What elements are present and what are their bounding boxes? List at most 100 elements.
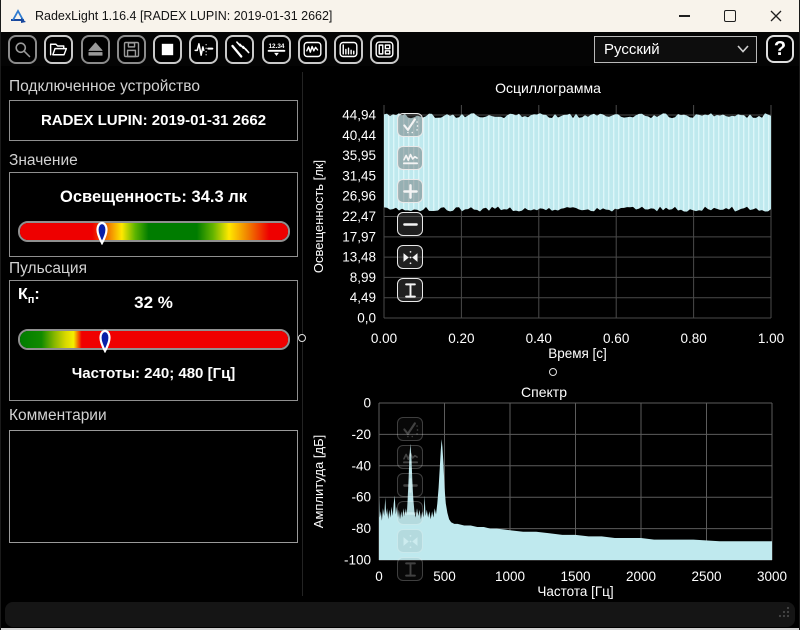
illuminance-scale-bar: [18, 221, 290, 242]
open-file-icon: [48, 39, 69, 60]
close-icon: [770, 10, 782, 22]
svg-text:31,45: 31,45: [342, 168, 376, 183]
fit-curve-icon: [400, 148, 421, 169]
select-curves-icon: [400, 115, 421, 136]
maximize-icon: [724, 10, 736, 22]
frequencies-readout: Частоты: 240; 480 [Гц]: [10, 365, 297, 382]
svg-text:2000: 2000: [626, 569, 656, 584]
comments-input[interactable]: [10, 431, 297, 542]
zoom-out-icon: [400, 503, 421, 524]
kp-label: Кп:: [18, 286, 40, 306]
svg-text:17,97: 17,97: [342, 229, 376, 244]
close-button[interactable]: [753, 0, 799, 32]
search-icon: [12, 39, 33, 60]
zoom-in-icon: [400, 181, 421, 202]
svg-text:0.80: 0.80: [680, 331, 706, 346]
svg-text:2500: 2500: [691, 569, 721, 584]
maximize-button[interactable]: [707, 0, 753, 32]
svg-text:22,47: 22,47: [342, 209, 376, 224]
horizontal-splitter-handle[interactable]: [549, 368, 557, 376]
fit-vertical-button[interactable]: [397, 278, 423, 302]
fit-curve-button[interactable]: [397, 146, 423, 170]
value-section-label: Значение: [9, 152, 78, 170]
fit-vertical-button[interactable]: [397, 557, 423, 581]
svg-text:35,95: 35,95: [342, 148, 376, 163]
illuminance-rays-icon: [229, 39, 250, 60]
svg-text:Частота [Гц]: Частота [Гц]: [537, 584, 613, 599]
svg-text:Освещенность [лк]: Освещенность [лк]: [311, 160, 326, 273]
fit-horizontal-icon: [400, 531, 421, 552]
open-file-button[interactable]: [44, 35, 73, 64]
minimize-icon: [679, 15, 690, 17]
svg-text:1000: 1000: [495, 569, 525, 584]
svg-text:4,49: 4,49: [350, 290, 376, 305]
svg-text:1.00: 1.00: [758, 331, 784, 346]
device-name: RADEX LUPIN: 2019-01-31 2662: [10, 112, 297, 129]
device-section-label: Подключенное устройство: [9, 78, 200, 96]
fit-horizontal-button[interactable]: [397, 529, 423, 553]
app-icon: [10, 9, 27, 24]
stop-record-button[interactable]: [153, 35, 182, 64]
spectrum-view-button[interactable]: [334, 35, 363, 64]
pulsation-wave-button[interactable]: [189, 35, 218, 64]
spectrum-chart[interactable]: Спектр0-20-40-60-80-10005001000150020002…: [311, 383, 796, 599]
svg-text:0.40: 0.40: [526, 331, 552, 346]
select-curves-button[interactable]: [397, 417, 423, 441]
oscillogram-view-button[interactable]: [298, 35, 327, 64]
svg-text:0.00: 0.00: [371, 331, 397, 346]
chevron-down-icon: [737, 45, 749, 53]
eject-device-button[interactable]: [81, 35, 110, 64]
svg-text:40,44: 40,44: [342, 128, 376, 143]
svg-text:Время [с]: Время [с]: [548, 346, 607, 361]
value-box: Освещенность: 34.3 лк: [9, 172, 298, 257]
zoom-in-icon: [400, 475, 421, 496]
resize-grip[interactable]: [777, 605, 790, 623]
titlebar: RadexLight 1.16.4 [RADEX LUPIN: 2019-01-…: [1, 0, 799, 32]
spectrum-view-icon: [338, 39, 359, 60]
zoom-in-button[interactable]: [397, 179, 423, 203]
pulsation-gradient: [20, 331, 288, 348]
window-title: RadexLight 1.16.4 [RADEX LUPIN: 2019-01-…: [35, 9, 332, 23]
stop-record-icon: [157, 39, 178, 60]
select-curves-button[interactable]: [397, 113, 423, 137]
zoom-out-button[interactable]: [397, 501, 423, 525]
zoom-out-button[interactable]: [397, 212, 423, 236]
fit-curve-icon: [400, 447, 421, 468]
pulsation-wave-icon: [193, 39, 214, 60]
svg-text:-100: -100: [344, 553, 371, 568]
numeric-display-button[interactable]: 12.34: [262, 35, 291, 64]
svg-text:44,94: 44,94: [342, 108, 376, 123]
svg-text:26,96: 26,96: [342, 189, 376, 204]
illuminance-rays-button[interactable]: [225, 35, 254, 64]
svg-text:-80: -80: [351, 521, 371, 536]
fit-horizontal-button[interactable]: [397, 245, 423, 269]
panels-layout-button[interactable]: [370, 35, 399, 64]
help-button[interactable]: ?: [766, 35, 794, 63]
fit-vertical-icon: [400, 280, 421, 301]
fit-curve-button[interactable]: [397, 445, 423, 469]
device-box: RADEX LUPIN: 2019-01-31 2662: [9, 100, 298, 141]
kp-value: 32 %: [10, 293, 297, 313]
svg-text:0.60: 0.60: [603, 331, 629, 346]
oscillogram-chart[interactable]: Осциллограмма0,04,498,9913,4817,9722,472…: [311, 75, 796, 367]
pulsation-box: Кп: 32 % Частоты: 240; 480 [Гц]: [9, 280, 298, 401]
pulsation-scale-bar: [18, 329, 290, 350]
svg-text:8,99: 8,99: [350, 270, 376, 285]
select-curves-icon: [400, 419, 421, 440]
language-select[interactable]: Русский: [594, 36, 757, 63]
save-icon: [121, 39, 142, 60]
toolbar: 12.34 Русский ?: [1, 32, 799, 66]
illuminance-reading: Освещенность: 34.3 лк: [10, 188, 297, 207]
svg-text:Спектр: Спектр: [521, 384, 567, 400]
oscillogram-toolbar: [397, 113, 423, 311]
search-button[interactable]: [8, 35, 37, 64]
svg-text:-20: -20: [351, 427, 371, 442]
minimize-button[interactable]: [661, 0, 707, 32]
numeric-display-icon: 12.34: [266, 39, 287, 60]
zoom-in-button[interactable]: [397, 473, 423, 497]
vertical-splitter-handle[interactable]: [298, 334, 306, 342]
svg-text:500: 500: [433, 569, 456, 584]
svg-text:Осциллограмма: Осциллограмма: [495, 80, 601, 96]
svg-text:-60: -60: [351, 490, 371, 505]
save-button[interactable]: [117, 35, 146, 64]
